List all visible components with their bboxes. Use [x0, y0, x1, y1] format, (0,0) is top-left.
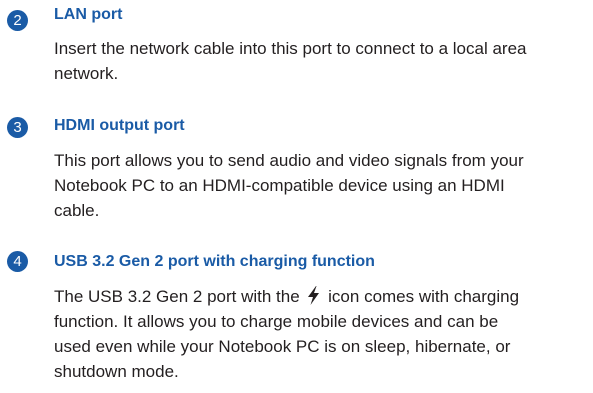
description-line: Notebook PC to an HDMI-compatible device…: [54, 176, 505, 195]
description-line: This port allows you to send audio and v…: [54, 151, 524, 170]
step-number-badge: 3: [7, 117, 28, 138]
description-line: network.: [54, 64, 119, 83]
description-line-with-icon: The USB 3.2 Gen 2 port with the icon com…: [54, 286, 520, 306]
item-title: USB 3.2 Gen 2 port with charging functio…: [54, 253, 375, 270]
description-line: cable.: [54, 201, 100, 220]
item-description: The USB 3.2 Gen 2 port with the icon com…: [54, 284, 584, 384]
description-text-before-icon: The USB 3.2 Gen 2 port with the: [54, 287, 300, 306]
item-title: HDMI output port: [54, 117, 185, 134]
item-description: This port allows you to send audio and v…: [54, 148, 584, 223]
description-line: used even while your Notebook PC is on s…: [54, 337, 511, 356]
description-line: shutdown mode.: [54, 362, 179, 381]
description-line: Insert the network cable into this port …: [54, 39, 527, 58]
step-number-badge: 4: [7, 251, 28, 272]
item-title: LAN port: [54, 6, 123, 23]
description-line: function. It allows you to charge mobile…: [54, 312, 499, 331]
step-number-badge: 2: [7, 10, 28, 31]
lightning-bolt-icon: [308, 286, 320, 305]
description-text-after-icon: icon comes with charging: [328, 287, 520, 306]
item-description: Insert the network cable into this port …: [54, 36, 584, 86]
